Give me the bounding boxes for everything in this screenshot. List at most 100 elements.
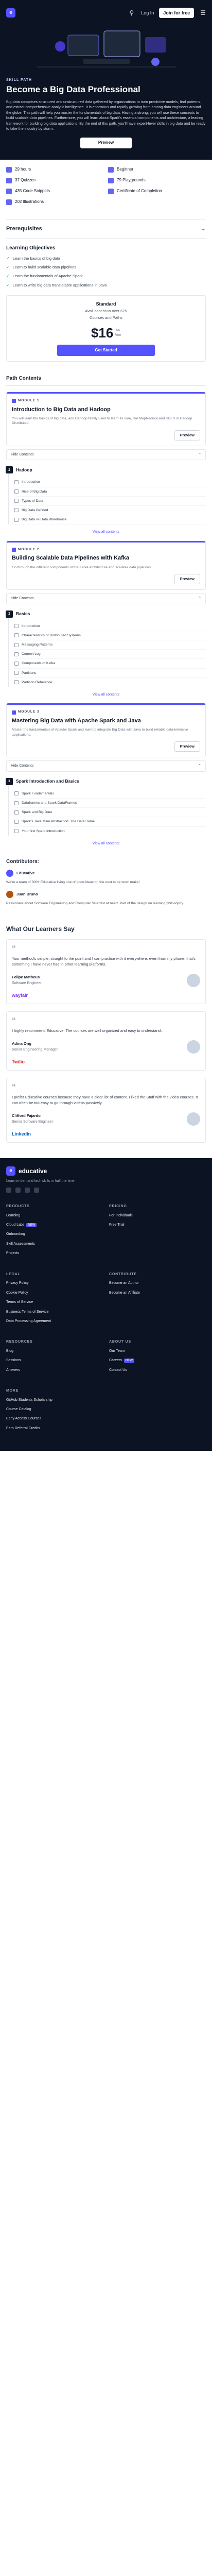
module-title: Introduction to Big Data and Hadoop bbox=[12, 406, 111, 413]
lesson-item[interactable]: Big Data Defined bbox=[14, 506, 206, 516]
lesson-item[interactable]: Spark's Java Main Abstraction: The DataF… bbox=[14, 817, 206, 827]
quiz-icon bbox=[6, 178, 12, 184]
module-description: Go through the different components of t… bbox=[12, 565, 152, 569]
view-all-link[interactable]: View all contents bbox=[6, 692, 206, 697]
footer-link[interactable]: Earn Referral Credits bbox=[6, 1426, 103, 1431]
footer-link[interactable]: Course Catalog bbox=[6, 1407, 103, 1412]
check-icon: ✓ bbox=[6, 256, 10, 261]
footer-column: RESOURCES Blog Sessions Answers bbox=[6, 1340, 103, 1377]
contributors-title: Contributors: bbox=[6, 859, 39, 865]
footer-link[interactable]: Become an Affiliate bbox=[109, 1291, 206, 1295]
testimonial-card: “ Your method's simple, straight to the … bbox=[6, 939, 206, 1004]
linkedin-icon[interactable] bbox=[15, 1188, 21, 1193]
search-icon[interactable]: ⚲ bbox=[129, 9, 134, 17]
view-all-link[interactable]: View all contents bbox=[6, 530, 206, 534]
lesson-icon bbox=[14, 661, 19, 666]
lesson-item[interactable]: Your first Spark Introduction bbox=[14, 827, 206, 836]
chapter-heading: 1 Basics bbox=[6, 610, 206, 618]
footer-link[interactable]: Cookie Policy bbox=[6, 1291, 103, 1295]
lesson-item[interactable]: Dataframes and Spark DataFrames bbox=[14, 799, 206, 808]
hide-contents-toggle[interactable]: Hide Contents ⌃ bbox=[6, 760, 206, 772]
footer-link[interactable]: Sessions bbox=[6, 1358, 103, 1363]
contributor[interactable]: Educative bbox=[6, 869, 206, 877]
footer-link[interactable]: Answers bbox=[6, 1368, 103, 1372]
menu-icon[interactable]: ☰ bbox=[200, 9, 206, 17]
new-badge: NEW bbox=[26, 1223, 37, 1228]
footer-link[interactable]: Blog bbox=[6, 1349, 103, 1353]
chevron-down-icon: ⌄ bbox=[201, 226, 206, 232]
testimonials-title: What Our Learners Say bbox=[6, 925, 75, 933]
footer-link[interactable]: Contact Us bbox=[109, 1368, 206, 1372]
lesson-icon bbox=[14, 642, 19, 647]
stat-quizzes: 37 Quizzes bbox=[6, 178, 104, 184]
stat-playgrounds: 79 Playgrounds bbox=[108, 178, 206, 184]
lesson-item[interactable]: Rise of Big Data bbox=[14, 487, 206, 497]
lesson-item[interactable]: Components of Kafka bbox=[14, 659, 206, 669]
twitter-icon[interactable] bbox=[25, 1188, 30, 1193]
author-photo bbox=[187, 1040, 200, 1054]
join-button[interactable]: Join for free bbox=[159, 7, 195, 19]
module-preview-button[interactable]: Preview bbox=[174, 574, 200, 585]
lesson-item[interactable]: Spark and Big Data bbox=[14, 808, 206, 818]
logo[interactable]: e bbox=[6, 8, 15, 18]
module-preview-button[interactable]: Preview bbox=[174, 430, 200, 440]
lesson-icon bbox=[14, 829, 19, 834]
lesson-icon bbox=[14, 508, 19, 513]
plan-sub2: Courses and Paths bbox=[90, 315, 122, 320]
quote-icon: “ bbox=[12, 1016, 16, 1025]
lesson-item[interactable]: Introduction bbox=[14, 478, 206, 487]
preview-button[interactable]: Preview bbox=[80, 138, 132, 149]
footer-brand[interactable]: e educative bbox=[6, 1166, 206, 1176]
lesson-item[interactable]: Partitions bbox=[14, 669, 206, 678]
lesson-item[interactable]: Introduction bbox=[14, 622, 206, 631]
hide-contents-toggle[interactable]: Hide Contents ⌃ bbox=[6, 593, 206, 604]
view-all-link[interactable]: View all contents bbox=[6, 841, 206, 846]
module-2: MODULE 2 Building Scalable Data Pipeline… bbox=[6, 540, 206, 698]
footer-link[interactable]: Learning bbox=[6, 1213, 103, 1218]
footer-link[interactable]: Skill Assessments bbox=[6, 1242, 103, 1246]
lesson-item[interactable]: Big Data vs Data Warehouse bbox=[14, 515, 206, 525]
prerequisites-toggle[interactable]: Prerequisites ⌄ bbox=[6, 219, 206, 239]
lesson-item[interactable]: Types of Data bbox=[14, 497, 206, 506]
lesson-item[interactable]: Commit Log bbox=[14, 650, 206, 659]
lesson-item[interactable]: Messaging Patterns bbox=[14, 640, 206, 650]
author-role: Software Engineer bbox=[12, 981, 42, 986]
instagram-icon[interactable] bbox=[34, 1188, 39, 1193]
hero: SKILL PATH Become a Big Data Professiona… bbox=[0, 26, 212, 160]
stats: 29 hours Beginner 37 Quizzes 79 Playgrou… bbox=[0, 160, 212, 210]
module-preview-button[interactable]: Preview bbox=[174, 741, 200, 752]
footer-link[interactable]: GitHub Students Scholarship bbox=[6, 1398, 103, 1402]
footer-link[interactable]: For Individuals bbox=[109, 1213, 206, 1218]
objective-item: ✓ Learn to write big data translatable ap… bbox=[6, 282, 107, 287]
footer-link[interactable]: Careers NEW bbox=[109, 1358, 206, 1363]
company-logo: wayfair bbox=[12, 992, 28, 998]
author-name: Clifford Fajardo bbox=[12, 1113, 41, 1118]
lesson-icon bbox=[14, 517, 19, 522]
lesson-item[interactable]: Partition Rebalance bbox=[14, 678, 206, 687]
footer-link[interactable]: Data Processing Agreement bbox=[6, 1319, 103, 1324]
lesson-icon bbox=[14, 801, 19, 805]
contributor[interactable]: Juan Bruno bbox=[6, 891, 206, 899]
facebook-icon[interactable] bbox=[6, 1188, 11, 1193]
lesson-icon bbox=[14, 652, 19, 656]
footer-link[interactable]: Become an Author bbox=[109, 1281, 206, 1285]
footer-link[interactable]: Our Team bbox=[109, 1349, 206, 1353]
get-started-button[interactable]: Get Started bbox=[57, 344, 155, 357]
footer-link[interactable]: Onboarding bbox=[6, 1232, 103, 1236]
footer-link[interactable]: Terms of Service bbox=[6, 1300, 103, 1304]
lesson-item[interactable]: Characteristics of Distributed Systems bbox=[14, 631, 206, 641]
chevron-up-icon: ⌃ bbox=[198, 597, 201, 601]
footer-link[interactable]: Free Trial bbox=[109, 1223, 206, 1227]
hide-contents-toggle[interactable]: Hide Contents ⌃ bbox=[6, 449, 206, 461]
login-link[interactable]: Log In bbox=[141, 10, 154, 16]
footer-link[interactable]: Early Access Courses bbox=[6, 1416, 103, 1421]
chapter-heading: 1 Spark Introduction and Basics bbox=[6, 777, 206, 785]
footer-link[interactable]: Privacy Policy bbox=[6, 1281, 103, 1285]
lesson-item[interactable]: Spark Fundamentals bbox=[14, 789, 206, 799]
footer-link[interactable]: Business Terms of Service bbox=[6, 1310, 103, 1314]
footer-link[interactable]: Projects bbox=[6, 1251, 103, 1256]
stat-snippets: 435 Code Snippets bbox=[6, 189, 104, 195]
footer-link[interactable]: Cloud Labs NEW bbox=[6, 1223, 103, 1228]
module-title: Building Scalable Data Pipelines with Ka… bbox=[12, 555, 130, 562]
contributor-bio: We're a team of 300+ Educative living on… bbox=[6, 880, 140, 884]
